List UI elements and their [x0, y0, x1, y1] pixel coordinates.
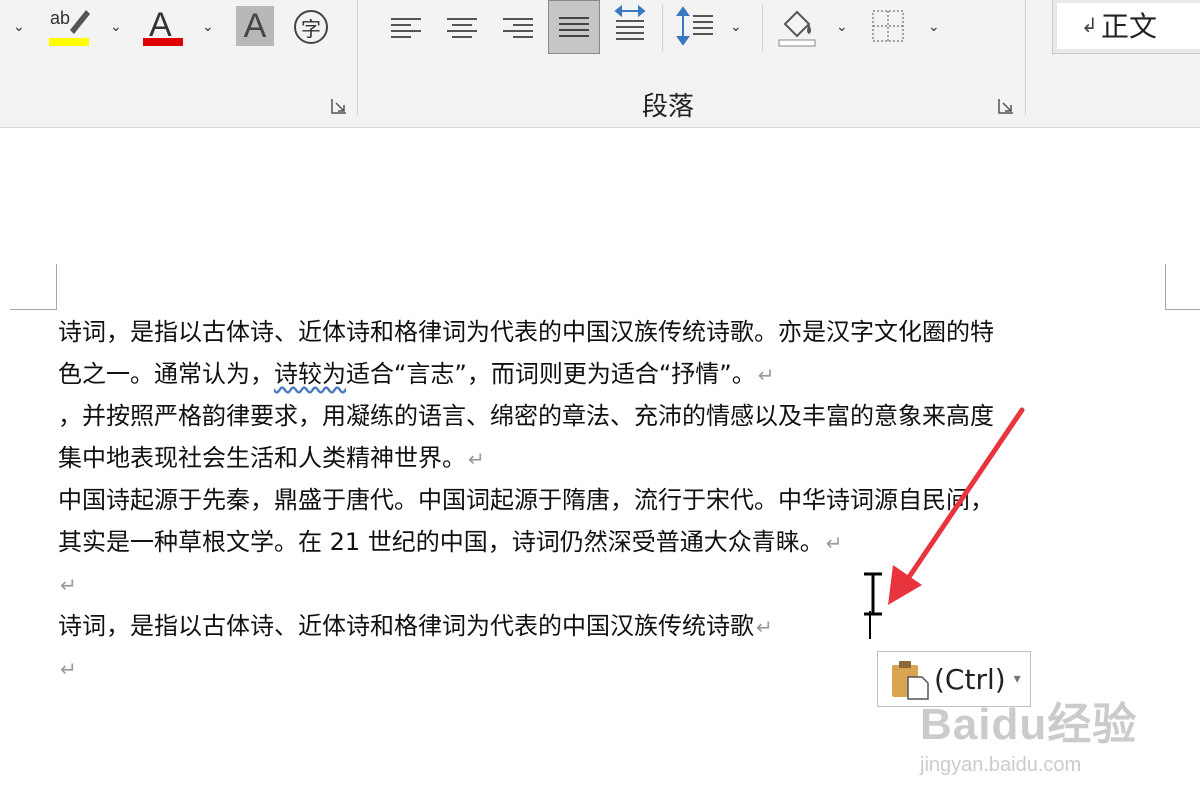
shading-button[interactable] [774, 4, 820, 48]
paragraph-group-label: 段落 [642, 92, 695, 122]
paragraph-mark-icon: ↵ [60, 657, 77, 681]
style-name: 正文 [1101, 10, 1158, 43]
text-run: 集中地表现社会生活和人类精神世界。 [58, 444, 466, 472]
paragraph-mark-icon: ↵ [468, 447, 485, 471]
align-left-button[interactable] [386, 8, 426, 48]
font-color-icon: A [143, 6, 183, 46]
borders-icon [872, 10, 904, 42]
shading-icon [778, 10, 816, 47]
ribbon-separator [1025, 0, 1026, 115]
ribbon-separator [357, 0, 358, 115]
paragraph-mark-icon: ↵ [60, 573, 77, 597]
ribbon-separator [662, 4, 663, 52]
pasted-paragraph: 诗词，是指以古体诗、近体诗和格律词为代表的中国汉族传统诗歌 ↵ [58, 605, 773, 648]
chevron-down-icon[interactable]: ▾ [1014, 671, 1021, 687]
line-spacing-button[interactable] [672, 4, 718, 48]
watermark-url: jingyan.baidu.com [920, 754, 1082, 776]
paragraph-1-line-1: 诗词，是指以古体诗、近体诗和格律词为代表的中国汉族传统诗歌。亦是汉字文化圈的特 [58, 318, 994, 346]
font-color-button[interactable]: A [140, 4, 186, 48]
empty-paragraph: ↵ [58, 563, 77, 606]
paragraph-mark-icon: ↵ [825, 531, 843, 555]
borders-dropdown[interactable]: ⌄ [928, 20, 940, 34]
highlight-icon: ab [49, 8, 90, 46]
text-run: 其实是一种草根文学。在 21 世纪的中国，诗词仍然深受普通大众青睐。 [58, 528, 824, 556]
line-spacing-icon [676, 6, 713, 46]
align-center-icon [447, 18, 477, 38]
paragraph-1-line-2: 色之一。通常认为，诗较为适合“言志”，而词则更为适合“抒情”。 ↵ [58, 353, 775, 396]
paragraph-mark-icon: ↲ [1081, 13, 1098, 37]
enclose-char-button[interactable]: 字 [292, 8, 330, 46]
svg-text:ab: ab [50, 8, 70, 28]
borders-button[interactable] [868, 6, 908, 46]
paragraph-2-line-1: ，并按照严格韵律要求，用凝练的语言、绵密的章法、充沛的情感以及丰富的意象来高度 [58, 402, 994, 430]
watermark: Baidu经验 jingyan.baidu.com [920, 688, 1137, 777]
paragraph-3-line-1: 中国诗起源于先秦，鼎盛于唐代。中国词起源于隋唐，流行于宋代。中华诗词源自民间， [58, 486, 994, 514]
align-right-icon [503, 18, 533, 38]
text-run: 色之一。通常认为， [58, 360, 274, 388]
align-right-button[interactable] [498, 8, 538, 48]
enclose-char-glyph: 字 [301, 16, 321, 41]
highlight-button[interactable]: ab [46, 4, 92, 48]
justify-button[interactable] [548, 0, 600, 54]
paragraph-dialog-launcher-icon[interactable] [998, 98, 1014, 114]
char-shading-button[interactable]: A [236, 6, 274, 46]
shading-dropdown[interactable]: ⌄ [836, 20, 848, 34]
paragraph-mark-icon: ↵ [757, 363, 775, 387]
crop-mark [10, 309, 57, 310]
crop-mark [1165, 264, 1166, 310]
align-center-button[interactable] [442, 8, 482, 48]
ribbon: ⌄ ab ⌄ A ⌄ A 字 ⌄ ⌄ ⌄ 段落 ↲ 正文 [0, 0, 1200, 128]
empty-paragraph: ↵ [58, 647, 77, 690]
grammar-flag[interactable]: 诗较为 [274, 360, 346, 388]
font-dialog-launcher-icon[interactable] [331, 98, 347, 114]
style-normal[interactable]: ↲ 正文 [1052, 0, 1200, 54]
paragraph-mark-icon: ↵ [756, 615, 773, 639]
paragraph-3-line-2: 其实是一种草根文学。在 21 世纪的中国，诗词仍然深受普通大众青睐。 ↵ [58, 521, 843, 564]
justify-icon [559, 17, 589, 37]
font-prev-dropdown[interactable]: ⌄ [13, 20, 25, 34]
highlight-dropdown[interactable]: ⌄ [110, 20, 122, 34]
crop-mark [1165, 309, 1200, 310]
line-spacing-dropdown[interactable]: ⌄ [730, 20, 742, 34]
font-color-dropdown[interactable]: ⌄ [202, 20, 214, 34]
watermark-brand: Baidu经验 [920, 700, 1138, 749]
distributed-button[interactable] [610, 4, 650, 48]
text-run: 适合“言志”，而词则更为适合“抒情”。 [346, 360, 756, 388]
paragraph-2-line-2: 集中地表现社会生活和人类精神世界。 ↵ [58, 437, 485, 480]
ibeam-cursor-icon [864, 572, 882, 616]
text-run: 诗词，是指以古体诗、近体诗和格律词为代表的中国汉族传统诗歌 [58, 612, 754, 640]
ribbon-separator [762, 4, 763, 52]
distributed-icon [614, 5, 646, 40]
crop-mark [56, 264, 57, 310]
char-shading-icon: A [243, 6, 267, 45]
align-left-icon [391, 18, 421, 38]
